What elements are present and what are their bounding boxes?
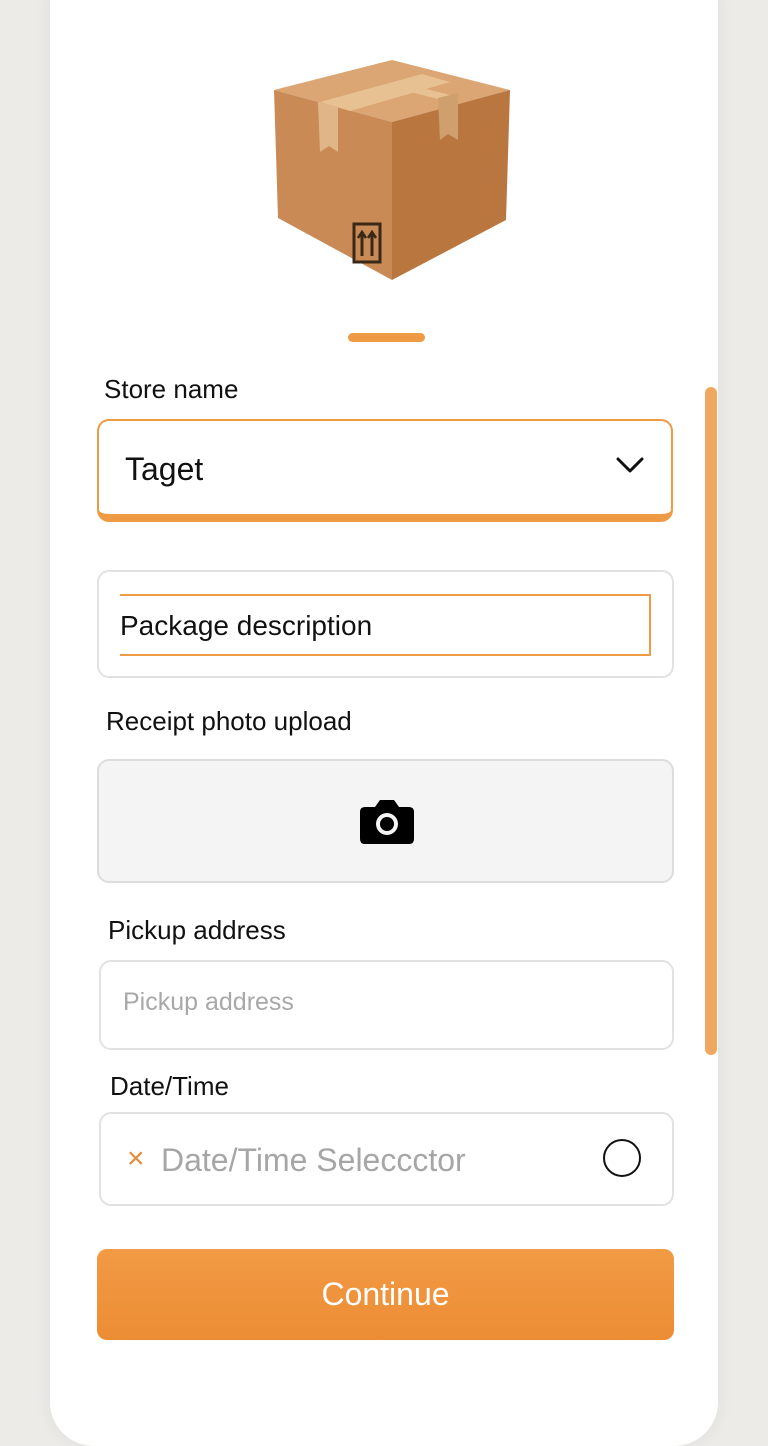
pickup-address-field[interactable] <box>99 960 674 1050</box>
receipt-photo-label: Receipt photo upload <box>106 706 352 736</box>
receipt-photo-upload[interactable] <box>97 759 674 883</box>
date-time-label: Date/Time <box>110 1071 229 1101</box>
pickup-address-input[interactable] <box>123 988 643 1017</box>
package-box-icon <box>274 60 510 280</box>
pickup-address-label: Pickup address <box>108 915 286 945</box>
section-divider <box>348 333 425 342</box>
chevron-down-icon <box>616 457 644 473</box>
continue-button[interactable]: Continue <box>97 1249 674 1340</box>
date-time-selector[interactable]: × Date/Time Seleccctor <box>99 1112 674 1206</box>
radio-icon[interactable] <box>603 1139 641 1177</box>
close-icon[interactable]: × <box>127 1138 145 1180</box>
package-description-field[interactable]: Package description <box>97 570 674 678</box>
package-description-input[interactable]: Package description <box>120 594 651 656</box>
camera-icon <box>360 800 414 844</box>
date-time-value: Date/Time Seleccctor <box>161 1142 466 1178</box>
store-name-value: Taget <box>125 451 204 487</box>
store-name-select[interactable]: Taget <box>97 419 673 522</box>
package-description-value: Package description <box>120 610 373 641</box>
phone-screen: Store name Taget Package description Rec… <box>50 0 718 1446</box>
scrollbar[interactable] <box>705 387 717 1055</box>
store-name-label: Store name <box>104 374 239 404</box>
